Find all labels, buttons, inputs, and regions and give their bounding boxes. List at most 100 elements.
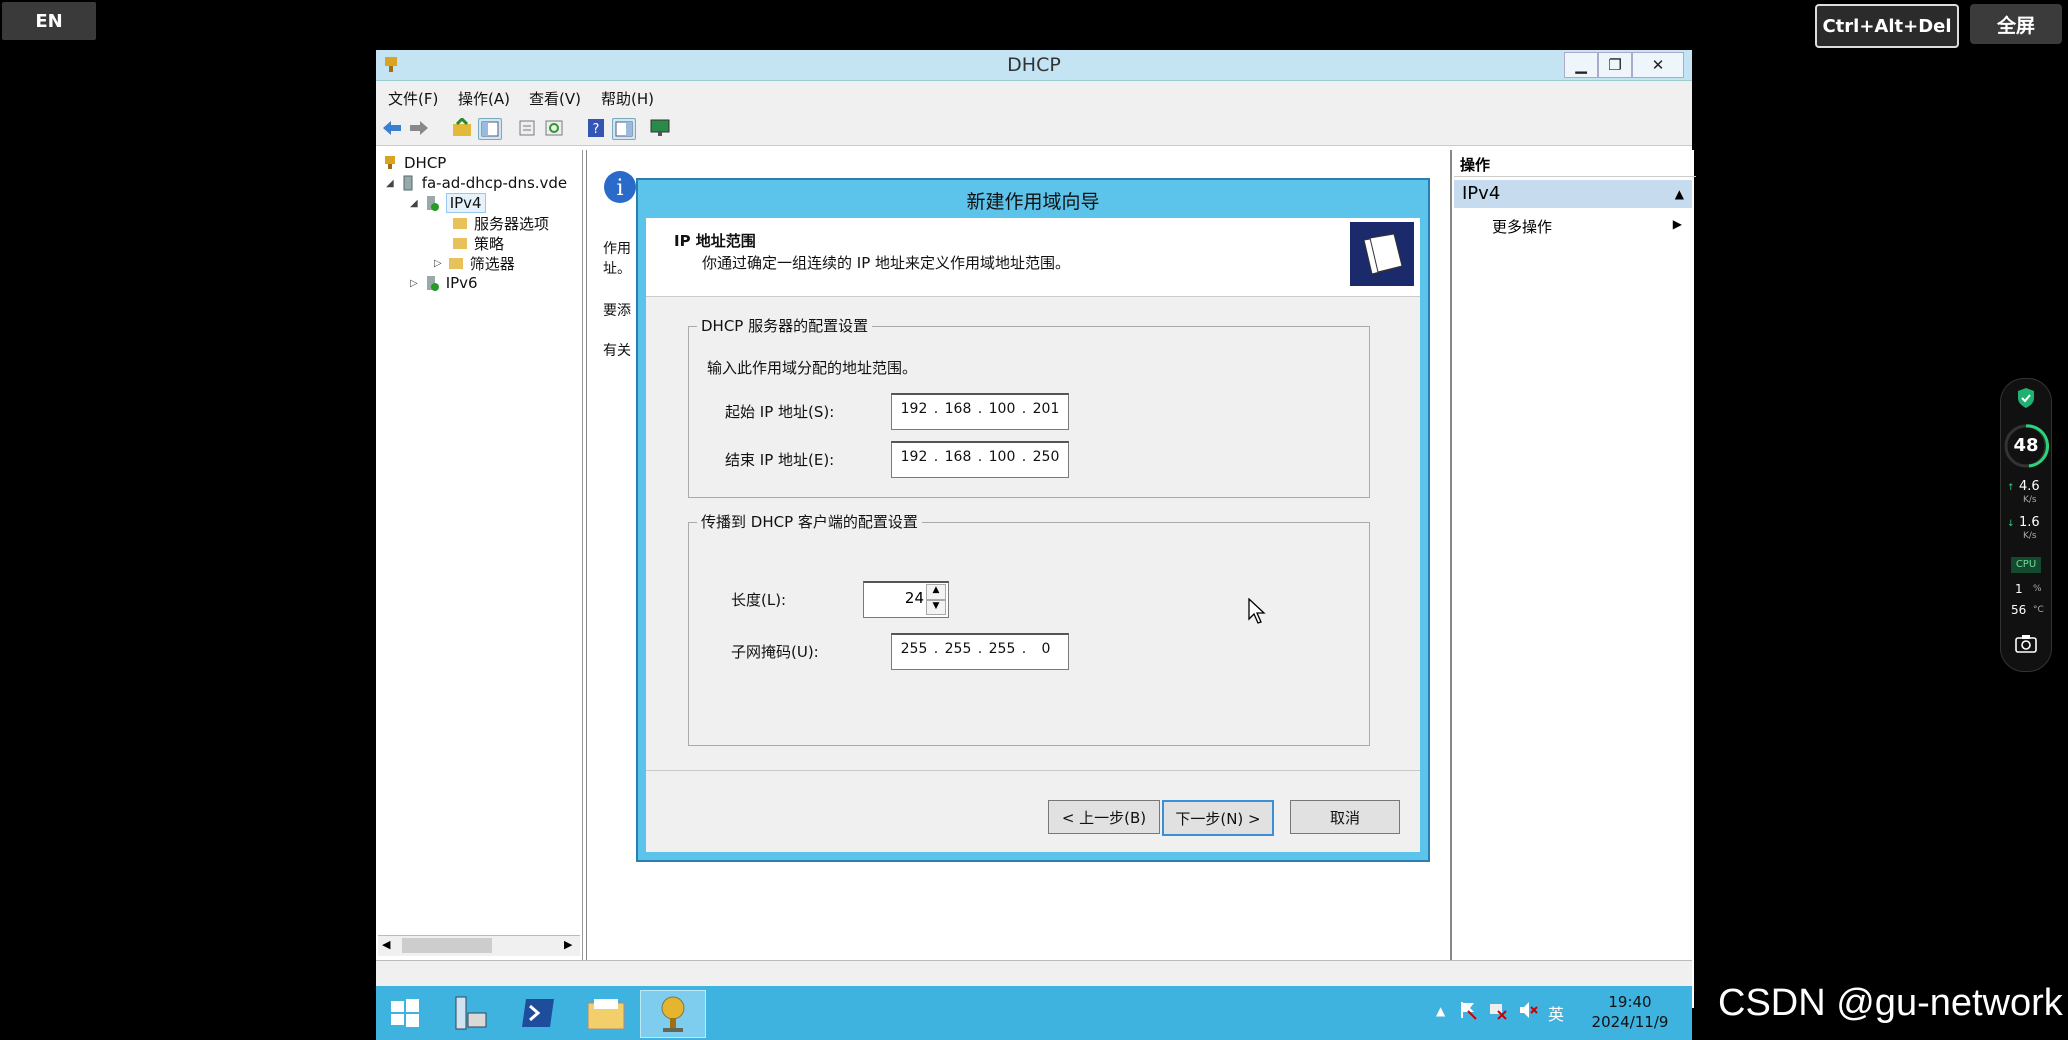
tree-node-ipv6[interactable]: ▷ IPv6 (410, 272, 478, 294)
collapse-triangle-icon[interactable]: ▲ (1675, 180, 1684, 208)
monitor-icon[interactable] (649, 118, 671, 138)
up-folder-icon[interactable] (451, 118, 473, 138)
length-spinner[interactable]: 24 ▲ ▼ (863, 581, 949, 618)
end-ip-input[interactable]: 192 . 168 . 100 . 250 (891, 441, 1069, 478)
upload-arrow-icon: ↑ (2007, 483, 2015, 493)
main-text-fragment: 作用 (603, 241, 631, 257)
tree-horizontal-scrollbar[interactable]: ◀ ▶ (378, 935, 580, 956)
clock-date: 2024/11/9 (1591, 1013, 1669, 1031)
tree-node-server[interactable]: ◢ fa-ad-dhcp-dns.vde (386, 172, 567, 194)
forward-arrow-icon[interactable] (408, 118, 430, 138)
help-icon[interactable]: ? (585, 118, 607, 138)
next-button[interactable]: 下一步(N) > (1162, 800, 1274, 836)
tree-node-policy[interactable]: 策略 (452, 232, 504, 254)
range-instruction: 输入此作用域分配的地址范围。 (707, 359, 918, 377)
cpu-temp: 56 (2011, 603, 2027, 617)
server-icon (403, 175, 413, 191)
tree-label-policy: 策略 (474, 234, 505, 253)
dialog-title: 新建作用域向导 (966, 191, 1100, 213)
server-config-group: DHCP 服务器的配置设置 输入此作用域分配的地址范围。 起始 IP 地址(S)… (688, 315, 1370, 498)
taskbar: ▲ 英 19:40 2024/11/9 (376, 986, 1692, 1040)
download-speed: 1.6 (2019, 515, 2040, 530)
taskbar-powershell[interactable] (506, 990, 570, 1036)
ip-octet: 255 (944, 641, 972, 657)
language-indicator[interactable]: EN (2, 2, 96, 40)
flag-icon[interactable] (1458, 1000, 1478, 1020)
network-icon[interactable] (1488, 1000, 1508, 1020)
menu-help[interactable]: 帮助(H) (601, 88, 654, 109)
tree-node-server-options[interactable]: 服务器选项 (452, 212, 549, 234)
collapse-arrow-icon[interactable]: ◢ (386, 178, 394, 189)
collapse-arrow-icon[interactable]: ◢ (410, 198, 418, 209)
windows-logo-icon (391, 999, 419, 1027)
wizard-folder-icon (1350, 222, 1414, 286)
tree-node-filters[interactable]: ▷ 筛选器 (434, 252, 515, 274)
length-value: 24 (904, 589, 924, 607)
spin-up-icon[interactable]: ▲ (926, 584, 946, 600)
fullscreen-button[interactable]: 全屏 (1970, 4, 2062, 44)
restore-button[interactable]: ❐ (1598, 52, 1632, 78)
taskbar-explorer[interactable] (574, 990, 638, 1036)
main-text-fragment: 有关 (603, 343, 631, 359)
menu-action[interactable]: 操作(A) (458, 88, 510, 109)
minimize-button[interactable]: ▁ (1564, 52, 1598, 78)
ip-dot: . (933, 449, 939, 465)
tree-node-ipv4[interactable]: ◢ IPv4 (410, 192, 486, 214)
actions-section-ipv4[interactable]: IPv4 ▲ (1454, 180, 1692, 208)
ime-indicator[interactable]: 英 (1548, 1001, 1564, 1025)
dialog-divider (646, 770, 1420, 771)
ip-octet: 0 (1041, 641, 1051, 657)
download-arrow-icon: ↓ (2007, 519, 2015, 529)
server-manager-icon (455, 996, 487, 1030)
ip-octet: 255 (900, 641, 928, 657)
spin-down-icon[interactable]: ▼ (926, 600, 946, 615)
show-action-pane-icon[interactable] (612, 118, 636, 140)
tree-label-filters: 筛选器 (469, 254, 515, 273)
camera-icon[interactable] (2015, 633, 2037, 653)
scroll-thumb[interactable] (402, 938, 492, 953)
properties-icon[interactable] (516, 118, 538, 138)
download-unit: K/s (2023, 531, 2037, 541)
vm-screen: DHCP ▁ ❐ ✕ 文件(F) 操作(A) 查看(V) 帮助(H) ? DHC… (376, 50, 1696, 1040)
start-ip-input[interactable]: 192 . 168 . 100 . 201 (891, 393, 1069, 430)
taskbar-dhcp[interactable] (640, 990, 706, 1038)
subnet-mask-input[interactable]: 255 . 255 . 255 . 0 (891, 633, 1069, 670)
scroll-right-icon[interactable]: ▶ (564, 938, 572, 951)
tree-node-dhcp[interactable]: DHCP (382, 152, 446, 174)
show-hidden-icons-icon[interactable]: ▲ (1436, 1004, 1445, 1018)
ip-octet: 192 (900, 401, 928, 417)
ip-octet: 255 (988, 641, 1016, 657)
file-explorer-icon (587, 999, 625, 1030)
more-actions-item[interactable]: 更多操作 ▶ (1492, 216, 1682, 237)
back-button[interactable]: < 上一步(B) (1048, 800, 1160, 834)
ip-octet: 168 (944, 449, 972, 465)
expand-arrow-icon[interactable]: ▷ (410, 278, 418, 289)
toolbar: ? (376, 111, 1692, 146)
volume-muted-icon[interactable] (1518, 1000, 1538, 1020)
ip-dot: . (1021, 449, 1027, 465)
menu-view[interactable]: 查看(V) (529, 88, 581, 109)
back-arrow-icon[interactable] (381, 118, 403, 138)
taskbar-server-manager[interactable] (438, 990, 502, 1036)
filter-icon (448, 258, 463, 269)
dhcp-icon (385, 156, 395, 169)
clock[interactable]: 19:40 2024/11/9 (1580, 992, 1680, 1032)
clock-time: 19:40 (1608, 993, 1652, 1011)
cpu-usage: 1 (2015, 582, 2023, 596)
show-hide-tree-icon[interactable] (478, 118, 502, 140)
window-titlebar: DHCP ▁ ❐ ✕ (376, 50, 1692, 81)
upload-speed: 4.6 (2019, 479, 2040, 494)
cancel-button[interactable]: 取消 (1290, 800, 1400, 834)
group-label: 传播到 DHCP 客户端的配置设置 (697, 511, 922, 532)
ipv4-icon (426, 196, 439, 211)
refresh-icon[interactable] (543, 118, 565, 138)
ctrl-alt-del-button[interactable]: Ctrl+Alt+Del (1815, 4, 1959, 48)
scroll-left-icon[interactable]: ◀ (382, 938, 390, 951)
menu-file[interactable]: 文件(F) (388, 88, 438, 109)
close-button[interactable]: ✕ (1632, 52, 1684, 78)
start-button[interactable] (378, 990, 432, 1036)
expand-arrow-icon[interactable]: ▷ (434, 258, 442, 269)
main-text-fragment: 要添 (603, 303, 631, 319)
ip-dot: . (1021, 401, 1027, 417)
temp-unit: °C (2033, 605, 2044, 615)
